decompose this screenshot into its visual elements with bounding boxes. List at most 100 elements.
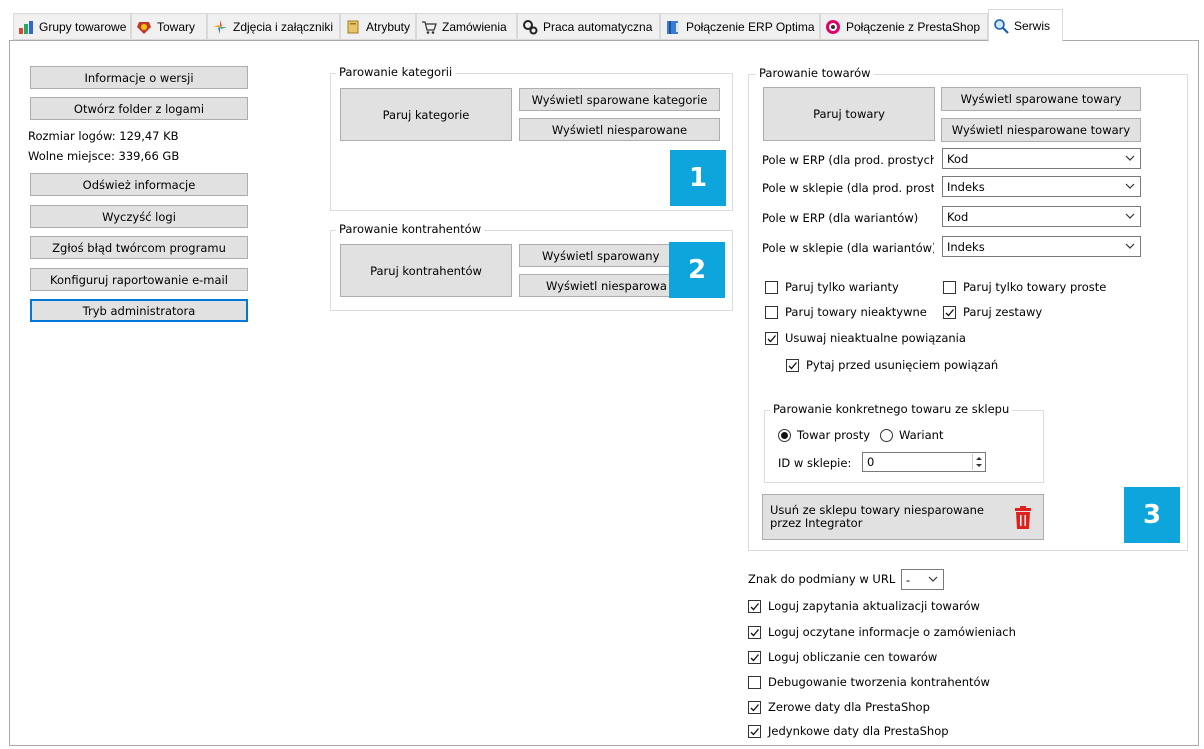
show-unpaired-products-button[interactable]: Wyświetl niesparowane towary	[941, 118, 1141, 142]
field-erp-simple-label: Pole w ERP (dla prod. prostych)	[762, 153, 934, 167]
log-order-info-checkbox[interactable]: Loguj oczytane informacje o zamówieniach	[748, 625, 1016, 639]
tab-towary[interactable]: Towary	[131, 13, 207, 40]
report-bug-button[interactable]: Zgłoś błąd twórcom programu	[30, 236, 248, 259]
log-price-calc-checkbox[interactable]: Loguj obliczanie cen towarów	[748, 650, 937, 664]
checkbox-label: Pytaj przed usunięciem powiązań	[806, 358, 999, 372]
show-paired-categories-button[interactable]: Wyświetl sparowane kategorie	[519, 88, 720, 111]
pair-contractors-button[interactable]: Paruj kontrahentów	[340, 244, 512, 297]
tab-label: Serwis	[1014, 18, 1051, 33]
groups-icon	[18, 19, 34, 35]
remove-outdated-links-checkbox[interactable]: Usuwaj nieaktualne powiązania	[765, 331, 966, 345]
prestashop-icon	[825, 19, 841, 35]
checkbox-label: Paruj tylko warianty	[785, 280, 899, 294]
radio-simple-product[interactable]: Towar prosty	[778, 428, 870, 442]
checkbox-label: Jedynkowe daty dla PrestaShop	[768, 724, 949, 738]
select-value: Indeks	[947, 180, 985, 194]
show-unpaired-categories-button[interactable]: Wyświetl niesparowane	[519, 118, 720, 141]
checkbox-box	[943, 280, 956, 294]
checkmark-icon	[748, 650, 761, 664]
erp-book-icon	[665, 19, 681, 35]
admin-mode-button[interactable]: Tryb administratora	[30, 299, 248, 322]
spinner-arrows-icon[interactable]	[972, 454, 984, 470]
checkmark-icon	[748, 724, 761, 738]
pair-categories-button[interactable]: Paruj kategorie	[340, 88, 512, 141]
email-report-config-button[interactable]: Konfiguruj raportowanie e-mail	[30, 268, 248, 291]
checkbox-label: Loguj oczytane informacje o zamówieniach	[768, 625, 1016, 639]
clear-logs-button[interactable]: Wyczyść logi	[30, 205, 248, 228]
shop-id-input[interactable]: 0	[862, 452, 986, 472]
tab-serwis[interactable]: Serwis	[988, 9, 1063, 42]
checkbox-box	[765, 280, 778, 294]
field-shop-variants-select[interactable]: Indeks	[942, 236, 1141, 257]
button-label: Usuń ze sklepu towary niesparowane przez…	[770, 503, 984, 530]
checkbox-label: Usuwaj nieaktualne powiązania	[785, 331, 966, 345]
delete-unpaired-products-button[interactable]: Usuń ze sklepu towary niesparowane przez…	[762, 494, 1044, 540]
radio-dot	[880, 428, 893, 442]
tab-zdjecia[interactable]: Zdjęcia i załączniki	[207, 13, 340, 40]
debug-contractors-checkbox[interactable]: Debugowanie tworzenia kontrahentów	[748, 675, 990, 689]
checkbox-box	[765, 305, 778, 319]
badge-1: 1	[670, 150, 726, 206]
categories-group-title: Parowanie kategorii	[336, 65, 456, 79]
log-product-updates-checkbox[interactable]: Loguj zapytania aktualizacji towarów	[748, 599, 980, 613]
products-group-title: Parowanie towarów	[756, 66, 874, 80]
zero-dates-checkbox[interactable]: Zerowe daty dla PrestaShop	[748, 700, 930, 714]
badge-2: 2	[669, 242, 725, 298]
chevron-down-icon	[928, 576, 938, 582]
input-value: 0	[867, 455, 875, 469]
chevron-down-icon	[1125, 155, 1135, 161]
checkbox-label: Paruj tylko towary proste	[963, 280, 1107, 294]
tab-polaczenie-erp[interactable]: Połączenie ERP Optima	[660, 13, 820, 40]
tab-atrybuty[interactable]: Atrybuty	[340, 13, 416, 40]
url-char-select[interactable]: -	[901, 569, 944, 590]
tab-zamowienia[interactable]: Zamówienia	[416, 13, 517, 40]
tab-label: Połączenie z PrestaShop	[846, 19, 981, 34]
refresh-info-button[interactable]: Odśwież informacje	[30, 173, 248, 196]
radio-variant[interactable]: Wariant	[880, 428, 943, 442]
tab-label: Atrybuty	[366, 19, 411, 34]
tab-label: Połączenie ERP Optima	[686, 19, 815, 34]
magnifier-icon	[993, 18, 1009, 34]
pair-only-variants-checkbox[interactable]: Paruj tylko warianty	[765, 280, 899, 294]
tab-grupy-towarowe[interactable]: Grupy towarowe	[13, 13, 131, 40]
checkmark-icon	[748, 599, 761, 613]
show-paired-contractors-button[interactable]: Wyświetl sparowany	[519, 244, 679, 267]
checkmark-icon	[786, 358, 799, 372]
checkbox-label: Paruj towary nieaktywne	[785, 305, 927, 319]
field-shop-simple-select[interactable]: Indeks	[942, 176, 1141, 197]
specific-product-title: Parowanie konkretnego towaru ze sklepu	[770, 402, 1013, 416]
show-paired-products-button[interactable]: Wyświetl sparowane towary	[941, 87, 1141, 111]
shop-id-label: ID w sklepie:	[778, 456, 852, 470]
select-value: Kod	[947, 152, 969, 166]
tab-polaczenie-prestashop[interactable]: Połączenie z PrestaShop	[820, 13, 988, 40]
chevron-down-icon	[1125, 243, 1135, 249]
one-dates-checkbox[interactable]: Jedynkowe daty dla PrestaShop	[748, 724, 949, 738]
chevron-down-icon	[1125, 213, 1135, 219]
checkmark-icon	[943, 305, 956, 319]
field-shop-simple-label: Pole w sklepie (dla prod. prostyc	[762, 181, 934, 195]
checkbox-label: Paruj zestawy	[963, 305, 1043, 319]
checkbox-label: Loguj zapytania aktualizacji towarów	[768, 599, 980, 613]
free-space-label: Wolne miejsce: 339,66 GB	[28, 149, 180, 163]
tab-label: Zdjęcia i załączniki	[233, 19, 334, 34]
url-char-label: Znak do podmiany w URL	[748, 572, 896, 586]
chevron-down-icon	[1125, 183, 1135, 189]
trash-icon	[1015, 506, 1031, 529]
tab-praca-automatyczna[interactable]: Praca automatyczna	[517, 13, 660, 40]
pair-products-button[interactable]: Paruj towary	[763, 87, 935, 141]
pair-inactive-checkbox[interactable]: Paruj towary nieaktywne	[765, 305, 927, 319]
images-icon	[212, 19, 228, 35]
pair-only-simple-checkbox[interactable]: Paruj tylko towary proste	[943, 280, 1106, 294]
attributes-icon	[345, 19, 361, 35]
log-size-label: Rozmiar logów: 129,47 KB	[28, 129, 179, 143]
field-erp-simple-select[interactable]: Kod	[942, 148, 1141, 169]
open-logs-folder-button[interactable]: Otwórz folder z logami	[30, 97, 248, 120]
version-info-button[interactable]: Informacje o wersji	[30, 66, 248, 89]
field-shop-variants-label: Pole w sklepie (dla wariantów)	[762, 241, 934, 255]
tab-label: Zamówienia	[442, 19, 507, 34]
field-erp-variants-select[interactable]: Kod	[942, 206, 1141, 227]
badge-3: 3	[1124, 487, 1180, 543]
pair-bundles-checkbox[interactable]: Paruj zestawy	[943, 305, 1042, 319]
confirm-before-remove-checkbox[interactable]: Pytaj przed usunięciem powiązań	[786, 358, 998, 372]
show-unpaired-contractors-button[interactable]: Wyświetl niesparowa	[519, 274, 679, 297]
